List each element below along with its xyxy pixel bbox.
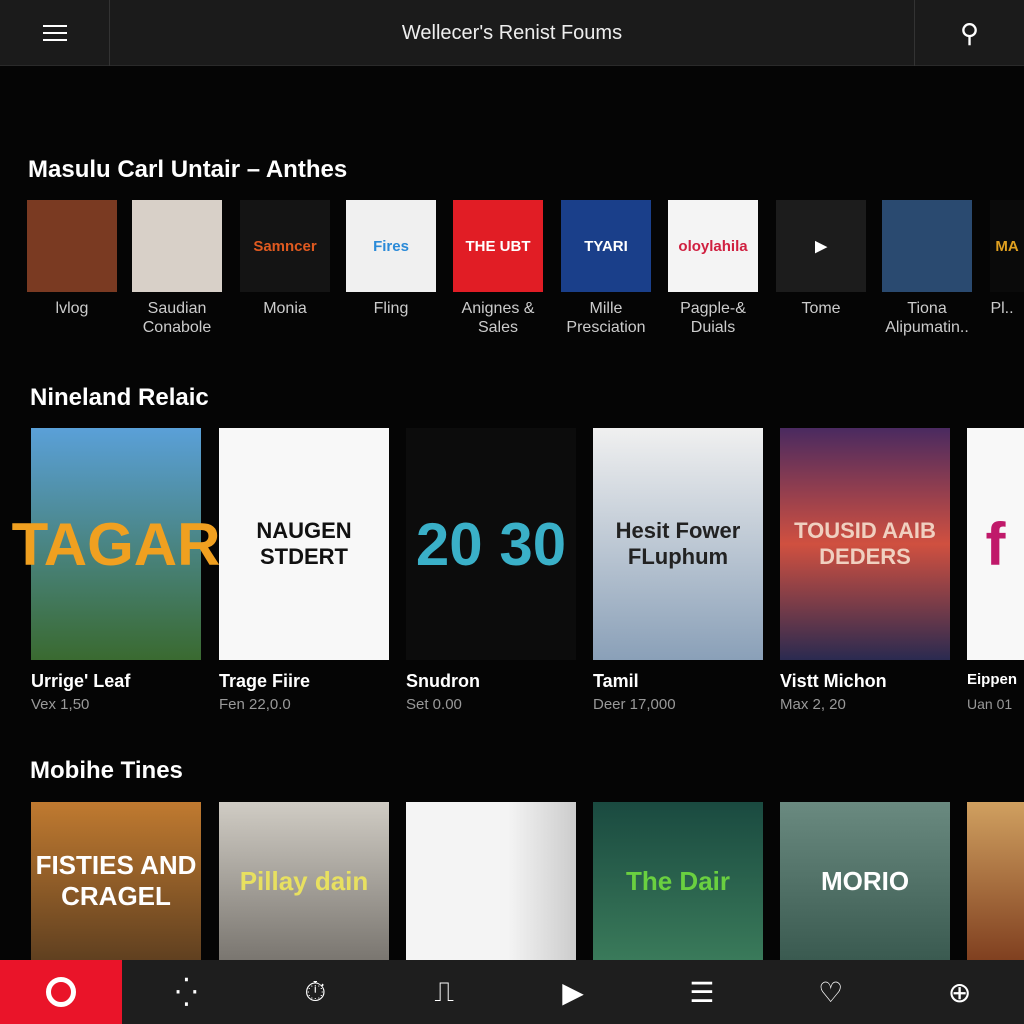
poster-title[interactable]: Vistt Michon	[780, 671, 950, 692]
poster-title[interactable]: Snudron	[406, 671, 576, 692]
cast-button[interactable]: ⚲	[914, 0, 1024, 66]
thumbnail[interactable]: oloylahila	[668, 200, 758, 292]
poster[interactable]: TAGAR	[12, 428, 220, 660]
thumbnail-label[interactable]: Anignes & Sales	[443, 299, 553, 337]
thumbnail[interactable]: THE UBT	[453, 200, 543, 292]
poster[interactable]: f	[967, 428, 1024, 660]
poster-title[interactable]: Urrige' Leaf	[31, 671, 201, 692]
sparkle-icon: ⁛	[175, 976, 198, 1008]
thumbnail-label[interactable]: Tiona Alipumatin..	[872, 299, 982, 337]
app-title: Wellecer's Renist Foums	[401, 21, 623, 44]
poster-subtitle: Vex 1,50	[31, 696, 90, 713]
thumbnail-label[interactable]: Tome	[766, 299, 876, 318]
thumbnail-label[interactable]: Fling	[336, 299, 446, 318]
thumbnail-label[interactable]: lvlog	[17, 299, 127, 318]
poster-subtitle: Uan 01	[967, 696, 1013, 712]
thumbnail-label[interactable]: Saudian Conabole	[122, 299, 232, 337]
thumbnail[interactable]: Samncer	[240, 200, 330, 292]
favorites-icon: ♡	[818, 976, 844, 1008]
poster-subtitle: Max 2, 20	[780, 696, 846, 713]
list-icon: ☰	[689, 976, 715, 1008]
play-icon: ▶	[562, 976, 584, 1008]
poster-subtitle: Set 0.00	[406, 696, 462, 713]
menu-button[interactable]	[0, 0, 110, 66]
thumbnail-label[interactable]: Monia	[230, 299, 340, 318]
nav-sparkle-button[interactable]: ⁛	[122, 960, 251, 1024]
poster-subtitle: Fen 22,0.0	[219, 696, 291, 713]
poster[interactable]: 20 30	[406, 428, 576, 660]
thumbnail[interactable]: TYARI	[561, 200, 651, 292]
thumbnail[interactable]	[132, 200, 222, 292]
poster-title[interactable]: Trage Fiire	[219, 671, 389, 692]
poster-title[interactable]: Tamil	[593, 671, 763, 692]
hamburger-icon	[42, 20, 67, 46]
top-bar: Wellecer's Renist Foums ⚲	[0, 0, 1024, 66]
nav-home-button[interactable]	[0, 960, 122, 1024]
poster[interactable]: FISTIES AND CRAGEL	[31, 802, 201, 960]
nav-library-button[interactable]: ⎍	[380, 960, 509, 1024]
thumbnail[interactable]	[882, 200, 972, 292]
poster[interactable]	[406, 802, 576, 960]
poster-subtitle: Deer 17,000	[593, 696, 676, 713]
download-icon: ⊕	[947, 976, 972, 1008]
poster[interactable]: NAUGEN STDERT	[219, 428, 389, 660]
poster[interactable]	[967, 802, 1024, 960]
poster-title[interactable]: Eippen	[967, 671, 1024, 688]
home-icon	[46, 977, 76, 1007]
poster[interactable]: The Dair	[593, 802, 763, 960]
library-icon: ⎍	[434, 975, 454, 1007]
poster[interactable]: TOUSID AAIB DEDERS	[780, 428, 950, 660]
nav-list-button[interactable]: ☰	[637, 960, 766, 1024]
nav-play-button[interactable]: ▶	[509, 960, 638, 1024]
nav-timer-button[interactable]: ⏱	[251, 960, 380, 1024]
thumbnail[interactable]	[27, 200, 117, 292]
thumbnail[interactable]: ▶	[776, 200, 866, 292]
thumbnail[interactable]: MA	[990, 200, 1024, 292]
bottom-nav: ⁛ ⏱ ⎍ ▶ ☰ ♡ ⊕	[0, 960, 1024, 1024]
section-title: Mobihe Tines	[30, 757, 183, 784]
thumbnail-label[interactable]: Mille Presciation	[551, 299, 661, 337]
poster[interactable]: Hesit Fower FLuphum	[593, 428, 763, 660]
poster[interactable]: Pillay dain	[219, 802, 389, 960]
cast-icon: ⚲	[959, 17, 980, 48]
thumbnail-label[interactable]: Pagple-& Duials	[658, 299, 768, 337]
thumbnail[interactable]: Fires	[346, 200, 436, 292]
section-title: Nineland Relaic	[30, 384, 209, 411]
nav-download-button[interactable]: ⊕	[895, 960, 1024, 1024]
timer-icon: ⏱	[304, 975, 327, 1007]
section-title: Masulu Carl Untair – Anthes	[28, 156, 348, 183]
thumbnail-label[interactable]: Pl..	[980, 299, 1024, 318]
poster[interactable]: MORIO	[780, 802, 950, 960]
nav-favorites-button[interactable]: ♡	[766, 960, 895, 1024]
